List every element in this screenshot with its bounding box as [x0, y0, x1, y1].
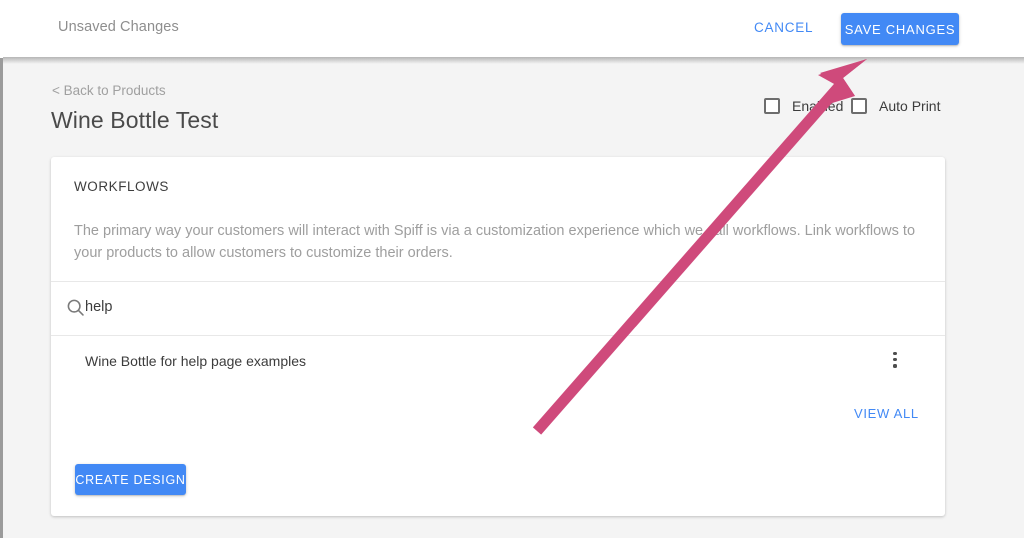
cancel-button[interactable]: CANCEL	[754, 20, 813, 35]
workflows-card: WORKFLOWS The primary way your customers…	[51, 157, 945, 516]
app-root: Unsaved Changes CANCEL SAVE CHANGES < Ba…	[0, 0, 1024, 538]
breadcrumb-back-to-products[interactable]: < Back to Products	[52, 83, 166, 98]
toggle-auto-print[interactable]: Auto Print	[851, 98, 940, 114]
left-edge-rail	[0, 0, 3, 538]
top-bar-shadow	[0, 57, 1024, 64]
checkbox-auto-print[interactable]	[851, 98, 867, 114]
workflow-search-input[interactable]: help	[85, 299, 112, 315]
more-vertical-icon[interactable]	[883, 352, 907, 376]
workflow-result-row[interactable]: Wine Bottle for help page examples	[51, 336, 945, 386]
top-action-bar: Unsaved Changes CANCEL SAVE CHANGES	[0, 0, 1024, 57]
left-edge-rail-top-mask	[0, 0, 3, 58]
checkbox-enabled[interactable]	[764, 98, 780, 114]
unsaved-changes-label: Unsaved Changes	[58, 19, 179, 35]
page-title: Wine Bottle Test	[51, 107, 219, 133]
save-changes-button[interactable]: SAVE CHANGES	[841, 13, 959, 45]
workflow-result-label: Wine Bottle for help page examples	[85, 353, 307, 369]
checkbox-enabled-label: Enabled	[792, 98, 844, 114]
checkbox-auto-print-label: Auto Print	[879, 98, 941, 114]
search-icon	[67, 299, 84, 316]
workflows-description: The primary way your customers will inte…	[74, 223, 916, 261]
workflows-section-title: WORKFLOWS	[74, 179, 169, 194]
workflow-search-row[interactable]: help	[51, 282, 945, 335]
view-all-link[interactable]: VIEW ALL	[854, 406, 919, 421]
toggle-enabled[interactable]: Enabled	[764, 98, 843, 114]
create-design-button[interactable]: CREATE DESIGN	[75, 464, 186, 495]
